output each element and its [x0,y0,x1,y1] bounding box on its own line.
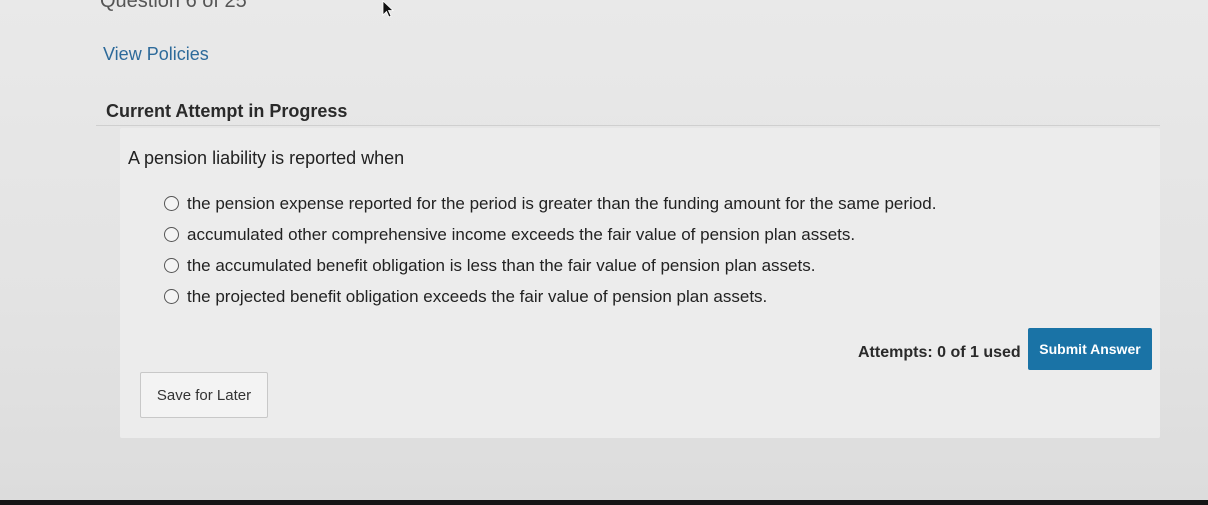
attempts-counter: Attempts: 0 of 1 used [858,344,1021,361]
radio-button[interactable] [164,227,179,242]
question-counter: Question 6 of 25 [100,0,247,12]
answer-option-label: the accumulated benefit obligation is le… [187,255,816,275]
attempt-title: Current Attempt in Progress [106,101,348,121]
answer-option-label: the projected benefit obligation exceeds… [187,286,768,306]
question-panel: A pension liability is reported when the… [120,128,1160,438]
attempt-banner: Current Attempt in Progress [96,96,1160,126]
radio-button[interactable] [164,258,179,273]
view-policies-link[interactable]: View Policies [103,44,209,65]
answer-option-3[interactable]: the accumulated benefit obligation is le… [164,250,936,281]
answer-option-4[interactable]: the projected benefit obligation exceeds… [164,281,936,312]
answer-options: the pension expense reported for the per… [164,188,936,312]
screen-bezel [0,500,1208,505]
question-prompt: A pension liability is reported when [128,148,405,168]
quiz-page: Question 6 of 25 View Policies Current A… [0,0,1208,505]
submit-answer-button[interactable]: Submit Answer [1028,328,1152,370]
radio-button[interactable] [164,196,179,211]
answer-option-2[interactable]: accumulated other comprehensive income e… [164,219,936,250]
radio-button[interactable] [164,289,179,304]
save-for-later-button[interactable]: Save for Later [140,372,268,418]
answer-option-1[interactable]: the pension expense reported for the per… [164,188,936,219]
answer-option-label: the pension expense reported for the per… [187,193,937,213]
mouse-cursor-icon [382,0,394,18]
answer-option-label: accumulated other comprehensive income e… [187,224,856,244]
